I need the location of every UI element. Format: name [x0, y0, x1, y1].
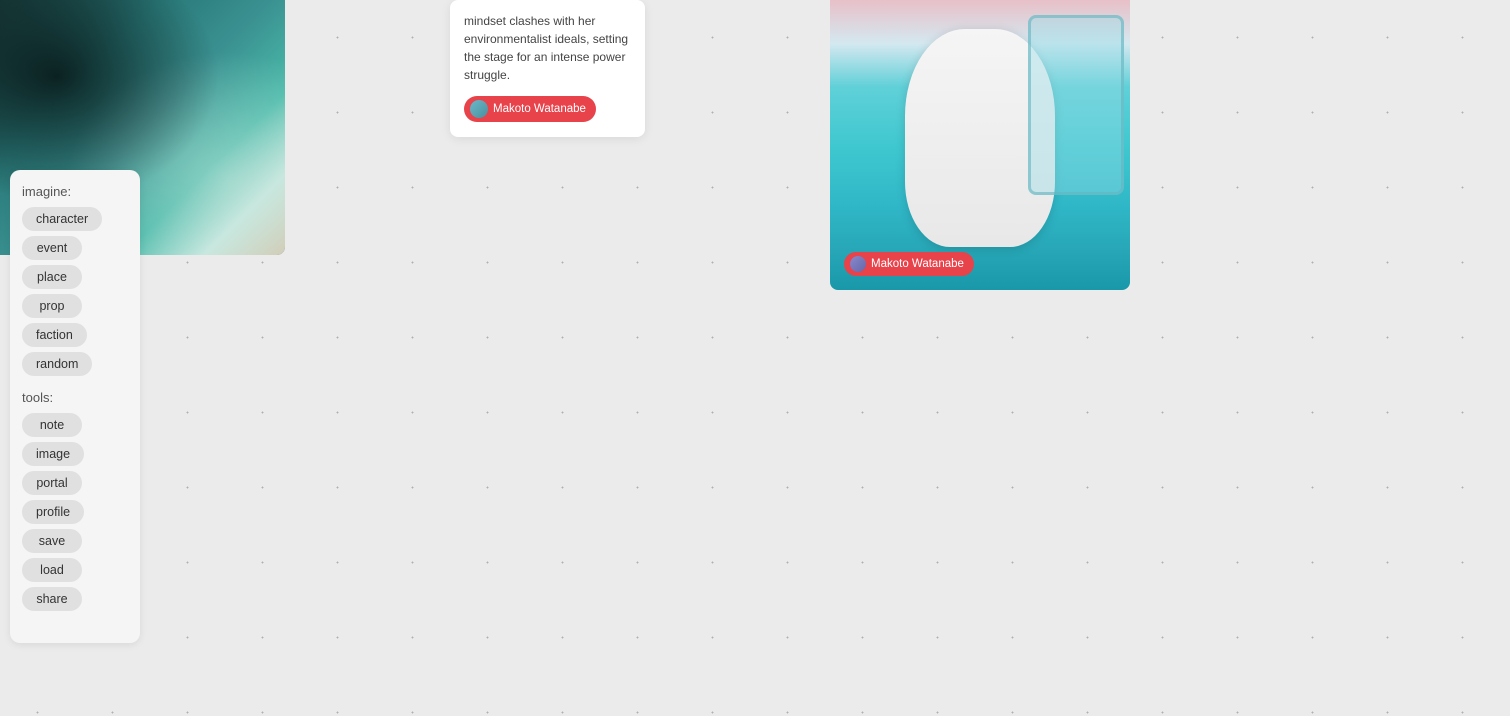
imagine-place-button[interactable]: place [22, 265, 82, 289]
tools-save-button[interactable]: save [22, 529, 82, 553]
tools-note-button[interactable]: note [22, 413, 82, 437]
character-image-card: Makoto Watanabe [830, 0, 1130, 290]
imagine-buttons: character event place prop faction rando… [22, 207, 128, 376]
tools-profile-button[interactable]: profile [22, 500, 84, 524]
character-tag-name-center: Makoto Watanabe [493, 103, 586, 115]
tools-buttons: note image portal profile save load shar… [22, 413, 128, 611]
tools-image-button[interactable]: image [22, 442, 84, 466]
sidebar-panel: imagine: character event place prop fact… [10, 170, 140, 643]
tools-portal-button[interactable]: portal [22, 471, 82, 495]
character-image [830, 0, 1130, 290]
tools-load-button[interactable]: load [22, 558, 82, 582]
imagine-character-button[interactable]: character [22, 207, 102, 231]
tools-label: tools: [22, 390, 128, 405]
character-tag-name-bottom: Makoto Watanabe [871, 258, 964, 270]
tools-share-button[interactable]: share [22, 587, 82, 611]
character-tag-center[interactable]: Makoto Watanabe [464, 96, 596, 122]
card-text-body: mindset clashes with her environmentalis… [464, 12, 631, 84]
character-avatar-center [470, 100, 488, 118]
imagine-prop-button[interactable]: prop [22, 294, 82, 318]
text-card: mindset clashes with her environmentalis… [450, 0, 645, 137]
imagine-random-button[interactable]: random [22, 352, 92, 376]
imagine-event-button[interactable]: event [22, 236, 82, 260]
character-tag-bottom[interactable]: Makoto Watanabe [844, 252, 974, 276]
imagine-label: imagine: [22, 184, 128, 199]
imagine-faction-button[interactable]: faction [22, 323, 87, 347]
character-avatar-bottom [850, 256, 866, 272]
